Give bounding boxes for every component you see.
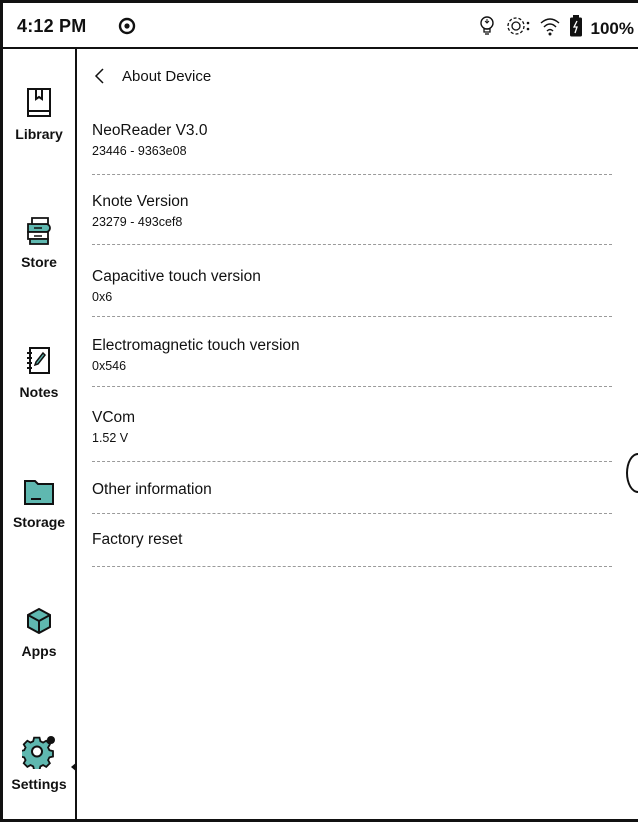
do-not-disturb-icon xyxy=(118,17,136,40)
about-device-page: About Device NeoReader V3.0 23446 - 9363… xyxy=(92,49,638,822)
info-title: NeoReader V3.0 xyxy=(92,122,208,139)
page-title: About Device xyxy=(122,67,212,85)
other-information-button[interactable]: Other information xyxy=(92,451,612,499)
battery-percent: 100% xyxy=(590,18,634,38)
sidebar-item-store[interactable]: Store xyxy=(3,215,75,270)
status-bar: 4:12 PM 100% xyxy=(3,3,638,49)
page-header: About Device xyxy=(92,64,211,88)
divider xyxy=(92,566,612,567)
store-icon xyxy=(3,215,75,250)
divider xyxy=(92,386,612,387)
status-icons: 100% xyxy=(477,15,634,42)
back-arrow-icon[interactable] xyxy=(92,67,108,85)
selected-indicator xyxy=(71,762,77,772)
battery-icon xyxy=(569,15,583,42)
info-item-electromagnetic-touch: Electromagnetic touch version 0x546 xyxy=(92,336,612,374)
factory-reset-button[interactable]: Factory reset xyxy=(92,513,612,563)
sidebar-item-label: Settings xyxy=(11,776,67,792)
sidebar-item-settings[interactable]: Settings xyxy=(3,735,75,792)
settings-icon xyxy=(3,735,75,772)
info-item-knote: Knote Version 23279 - 493cef8 xyxy=(92,192,612,230)
apps-icon xyxy=(3,606,75,639)
sidebar-item-label: Apps xyxy=(21,643,57,659)
wifi-icon[interactable] xyxy=(539,16,561,41)
info-title: Factory reset xyxy=(92,531,183,548)
info-value: 1.52 V xyxy=(92,431,129,445)
info-title: Electromagnetic touch version xyxy=(92,337,300,354)
info-item-neoreader: NeoReader V3.0 23446 - 9363e08 xyxy=(92,121,612,159)
info-item-capacitive-touch: Capacitive touch version 0x6 xyxy=(92,267,612,305)
sidebar: Library Store Notes Storage Apps Setting… xyxy=(3,49,77,822)
sidebar-item-apps[interactable]: Apps xyxy=(3,606,75,659)
sidebar-item-storage[interactable]: Storage xyxy=(3,477,75,530)
info-value: 0x6 xyxy=(92,290,113,304)
storage-icon xyxy=(3,477,75,510)
sidebar-item-label: Library xyxy=(15,126,63,142)
info-value: 23279 - 493cef8 xyxy=(92,215,183,229)
sidebar-item-notes[interactable]: Notes xyxy=(3,345,75,400)
info-title: Capacitive touch version xyxy=(92,268,261,285)
divider xyxy=(92,244,612,245)
info-title: Other information xyxy=(92,481,212,498)
notes-icon xyxy=(3,345,75,380)
info-value: 0x546 xyxy=(92,359,127,373)
sidebar-item-label: Notes xyxy=(19,384,59,400)
info-value: 23446 - 9363e08 xyxy=(92,144,187,158)
info-title: VCom xyxy=(92,409,136,426)
sidebar-item-label: Storage xyxy=(12,514,66,530)
status-time: 4:12 PM xyxy=(17,16,87,36)
sidebar-item-library[interactable]: Library xyxy=(3,87,75,142)
front-light-icon[interactable] xyxy=(477,15,497,42)
divider xyxy=(92,174,612,175)
info-item-vcom: VCom 1.52 V xyxy=(92,408,612,446)
info-title: Knote Version xyxy=(92,193,189,210)
sidebar-item-label: Store xyxy=(21,254,57,270)
sync-icon[interactable] xyxy=(505,15,531,42)
library-icon xyxy=(3,87,75,122)
divider xyxy=(92,316,612,317)
